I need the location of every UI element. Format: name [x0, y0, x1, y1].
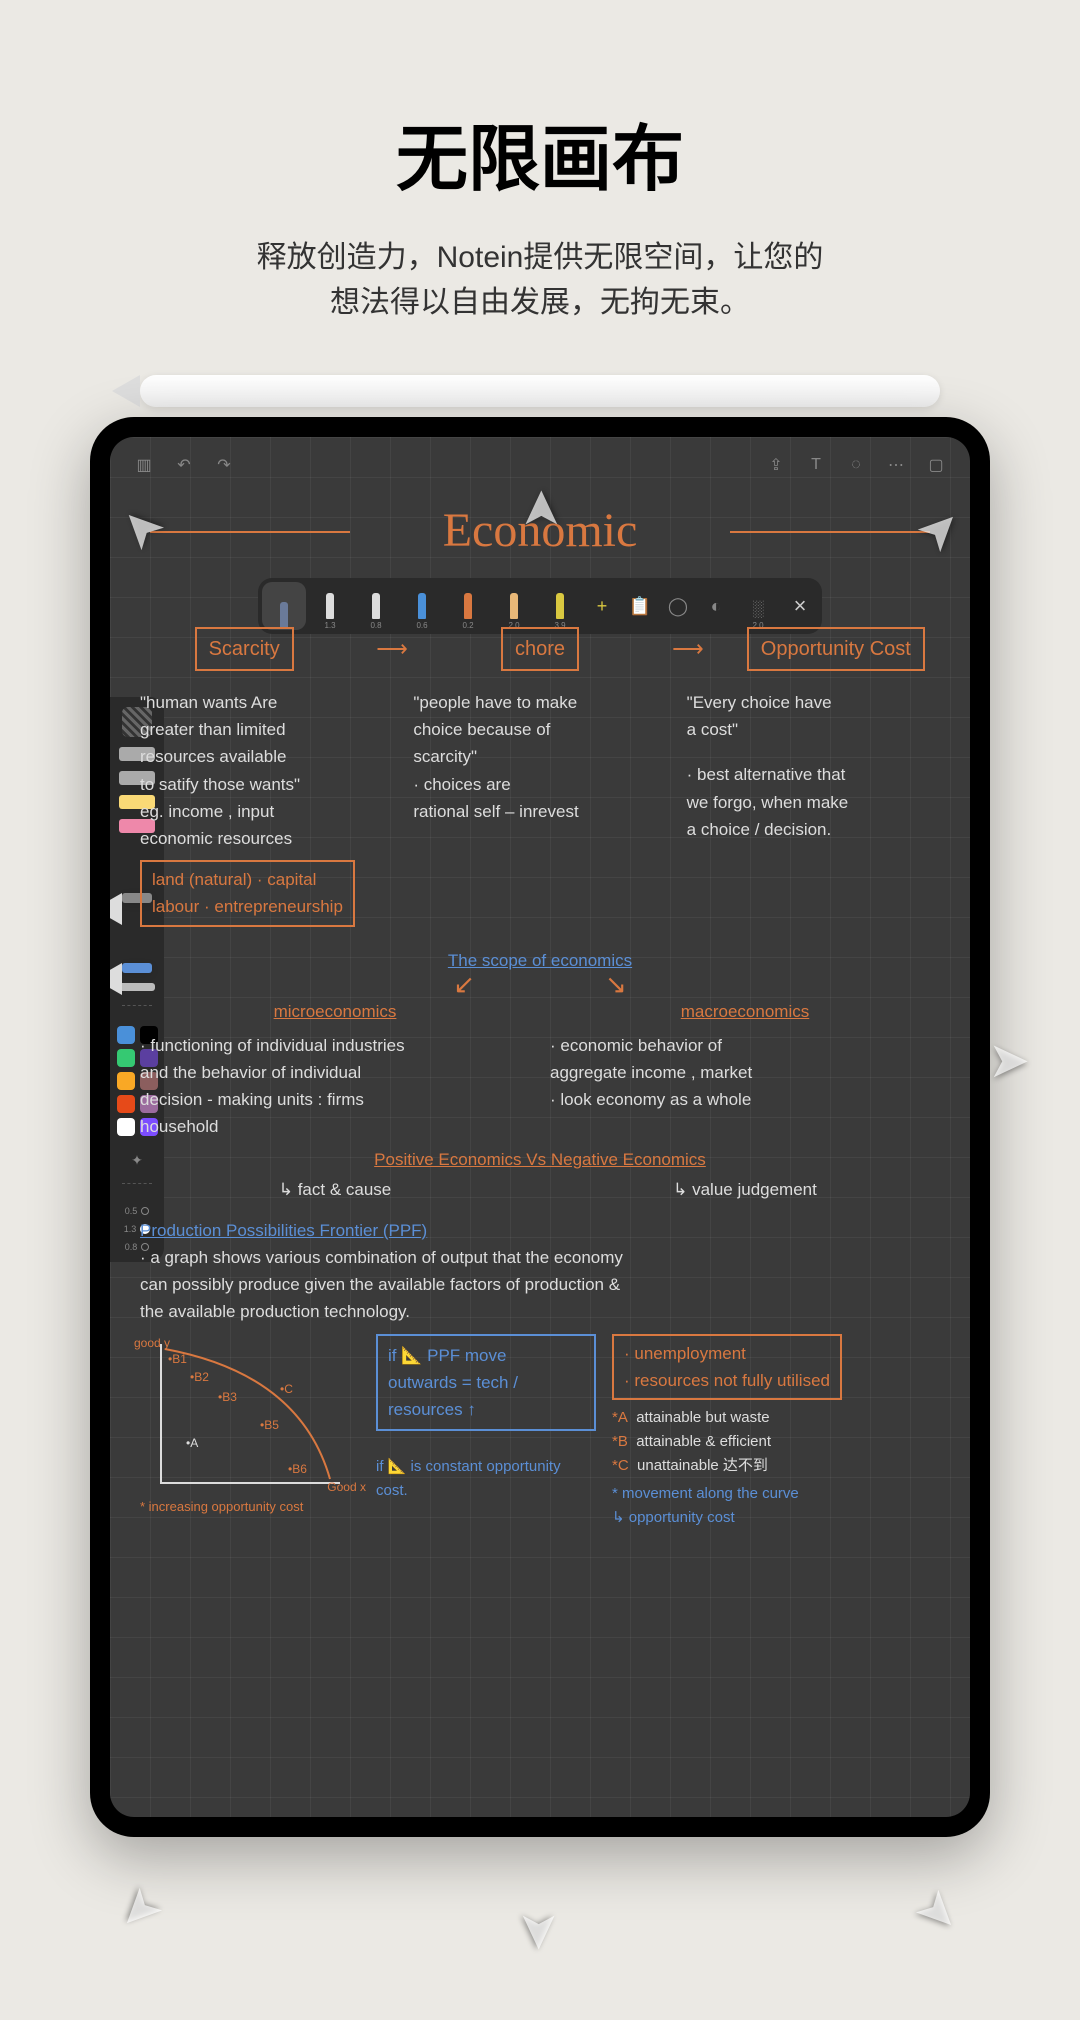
expand-arrow-icon: ➤ — [511, 488, 569, 530]
top-toolbar: ▥ ↶ ↷ ⇪ T ◌ ⋯ ▢ — [110, 437, 970, 493]
text-tool-icon[interactable]: T — [802, 451, 830, 479]
ppf-graph: good y Good x •B1 •B2 •B3 •A •B5 •B6 •C … — [140, 1344, 360, 1504]
concept-box-chore: chore — [501, 627, 579, 671]
note-text: ↳ fact & cause — [140, 1176, 530, 1203]
note-text: · a graph shows various combination of o… — [140, 1244, 940, 1326]
section-heading: The scope of economics — [448, 951, 632, 970]
apple-pencil-graphic — [140, 375, 940, 407]
note-text: * movement along the curve↳ opportunity … — [612, 1482, 940, 1530]
more-icon[interactable]: ⋯ — [882, 451, 910, 479]
color-swatch[interactable] — [117, 1095, 135, 1113]
concept-box-scarcity: Scarcity — [195, 627, 294, 671]
note-text: "people have to makechoice because ofsca… — [413, 689, 666, 927]
hero-title: 无限画布 — [0, 100, 1080, 205]
branch-arrows-icon: ↙ ↘ — [140, 974, 940, 995]
section-heading: Positive Economics Vs Negative Economics — [374, 1150, 706, 1169]
color-swatch[interactable] — [117, 1072, 135, 1090]
expand-arrow-icon: ➤ — [904, 1876, 975, 1947]
arrow-icon: ⟶ — [672, 631, 704, 666]
arrow-icon: ⟶ — [376, 631, 408, 666]
expand-arrow-icon: ➤ — [511, 1910, 569, 1952]
tablet-frame: ▥ ↶ ↷ ⇪ T ◌ ⋯ ▢ Economic 1.3 0.8 0.6 0.2… — [90, 417, 990, 1837]
sidebar-toggle-icon[interactable]: ▥ — [130, 451, 158, 479]
panels-icon[interactable]: ▢ — [922, 451, 950, 479]
color-swatch[interactable] — [117, 1049, 135, 1067]
color-swatch[interactable] — [117, 1118, 135, 1136]
handwritten-notes[interactable]: Scarcity ⟶ chore ⟶ Opportunity Cost "hum… — [140, 617, 940, 1530]
note-text: *A attainable but waste *B attainable & … — [612, 1406, 940, 1478]
note-text: if 📐 is constant opportunity cost. — [376, 1455, 596, 1503]
subsection-micro: microeconomics — [274, 1002, 397, 1021]
note-text: "Every choice havea cost" · best alterna… — [687, 689, 940, 927]
color-swatch[interactable] — [117, 1026, 135, 1044]
expand-arrow-icon: ➤ — [106, 1876, 177, 1947]
subsection-macro: macroeconomics — [681, 1002, 810, 1021]
share-icon[interactable]: ⇪ — [762, 451, 790, 479]
concept-box-opportunity: Opportunity Cost — [747, 627, 925, 671]
note-text: · economic behavior ofaggregate income ,… — [550, 1032, 940, 1141]
hero-subtitle: 释放创造力，Notein提供无限空间，让您的 想法得以自由发展，无拘无束。 — [0, 235, 1080, 325]
ppf-note-box: if 📐 PPF moveoutwards = tech / resources… — [376, 1334, 596, 1432]
section-heading: Production Possibilities Frontier (PPF) — [140, 1221, 427, 1240]
undo-icon[interactable]: ↶ — [170, 451, 198, 479]
app-screen[interactable]: ▥ ↶ ↷ ⇪ T ◌ ⋯ ▢ Economic 1.3 0.8 0.6 0.2… — [110, 437, 970, 1817]
pen-mode-icon[interactable]: ◌ — [842, 451, 870, 479]
note-text: "human wants Aregreater than limitedreso… — [140, 689, 393, 927]
note-text: · functioning of individual industriesan… — [140, 1032, 530, 1141]
redo-icon[interactable]: ↷ — [210, 451, 238, 479]
note-text: ↳ value judgement — [550, 1176, 940, 1203]
note-box: · unemployment· resources not fully util… — [612, 1334, 842, 1400]
expand-arrow-icon: ➤ — [988, 1031, 1030, 1089]
